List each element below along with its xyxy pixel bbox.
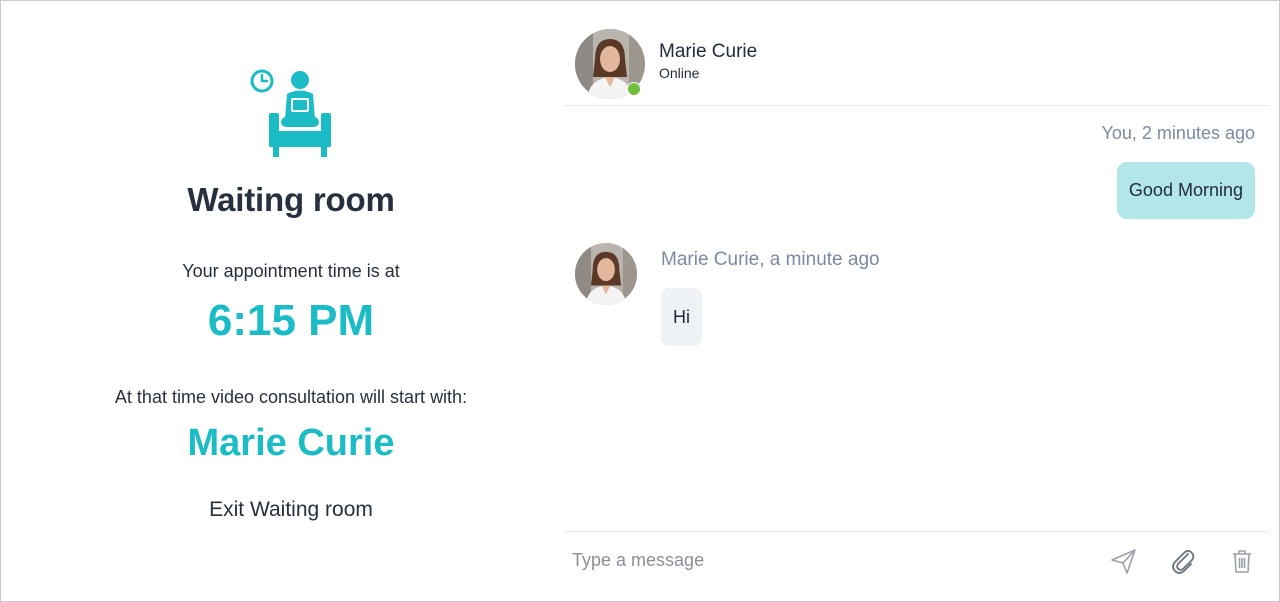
message-bubble-incoming: Hi (661, 288, 702, 346)
online-status-indicator (627, 82, 641, 96)
chat-header: Marie Curie Online (564, 1, 1269, 106)
appointment-label: Your appointment time is at (182, 261, 400, 281)
waiting-room-title: Waiting room (187, 181, 395, 218)
send-icon[interactable] (1109, 546, 1139, 576)
paperclip-icon[interactable] (1168, 546, 1198, 576)
contact-status: Online (659, 65, 700, 81)
contact-name: Marie Curie (659, 41, 758, 62)
appointment-time: 6:15 PM (207, 296, 375, 345)
avatar (575, 243, 637, 305)
message-bubble-outgoing: Good Morning (1116, 162, 1255, 219)
consultation-label: At that time video consultation will sta… (114, 387, 468, 407)
doctor-name: Marie Curie (187, 422, 395, 464)
chat-panel: Marie Curie Online You, 2 minutes ago Go… (564, 1, 1269, 601)
message-meta-outgoing: You, 2 minutes ago (1101, 123, 1255, 143)
message-input[interactable] (564, 542, 1100, 578)
waiting-room-panel: Waiting room Your appointment time is at… (41, 1, 541, 601)
exit-waiting-room-button[interactable]: Exit Waiting room (191, 498, 391, 522)
message-meta-incoming: Marie Curie, a minute ago (661, 249, 880, 270)
message-composer (564, 531, 1269, 602)
waiting-room-icon (249, 67, 333, 159)
app-window: Waiting room Your appointment time is at… (0, 0, 1280, 602)
trash-icon[interactable] (1227, 546, 1257, 576)
